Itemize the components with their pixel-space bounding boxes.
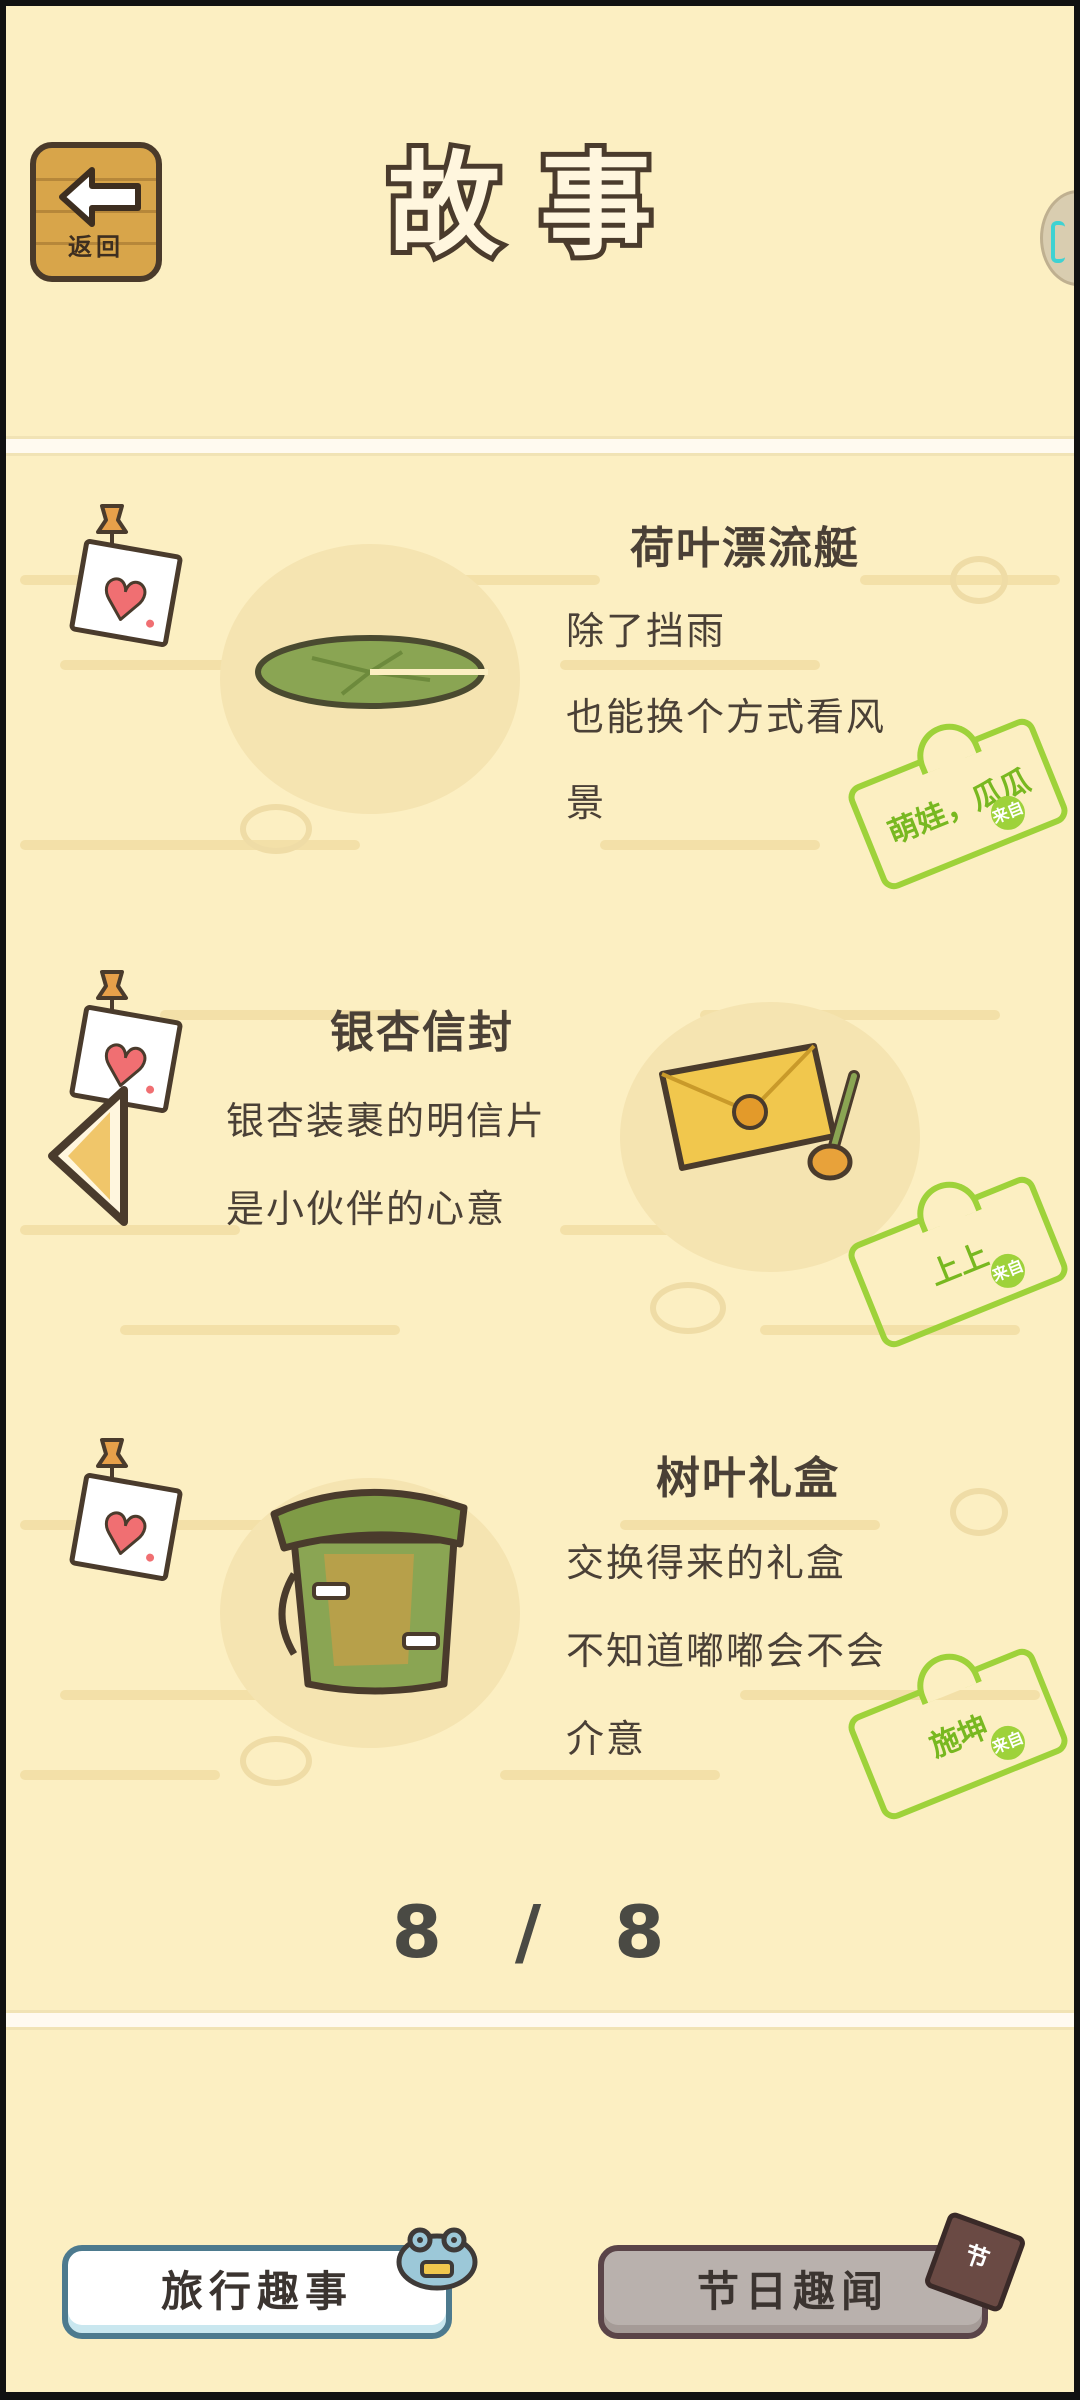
leaf-gift-box-icon: [270, 1488, 468, 1695]
top-divider: [0, 436, 1080, 456]
lily-pad-icon: [255, 635, 488, 709]
story-line: 不知道嘟嘟会不会: [566, 1629, 887, 1673]
story-card-3[interactable]: ♥ 树叶礼盒 交换得来的礼盒 不知道嘟嘟会不会 介意 施坤 来自: [0, 1424, 1080, 1884]
stamp-name: 施坤: [924, 1709, 994, 1765]
tab-festival-stories[interactable]: 节日趣闻: [598, 2245, 988, 2339]
back-label: 返回: [68, 233, 124, 261]
frog-badge-icon: [396, 2227, 478, 2291]
story-card-2[interactable]: ♥ 银杏信封 银杏装裹的明信片 是小伙伴的心意 上上 来自: [0, 956, 1080, 1416]
previous-page-arrow[interactable]: [40, 1082, 136, 1230]
side-tab-mark-icon: [1051, 221, 1065, 263]
story-title: 树叶礼盒: [656, 1453, 840, 1504]
story-line: 交换得来的礼盒: [566, 1541, 847, 1585]
frog-stamp-icon: [907, 714, 982, 776]
frog-stamp-icon: [907, 1172, 982, 1234]
story-line: 银杏装裹的明信片: [226, 1099, 547, 1143]
story-title: 荷叶漂流艇: [630, 523, 860, 574]
heart-icon: ♥: [93, 1499, 155, 1572]
header: 返回 故事: [0, 0, 1080, 440]
story-title: 银杏信封: [330, 1007, 514, 1058]
story-line: 也能换个方式看风: [566, 695, 887, 739]
favorite-note[interactable]: ♥: [68, 1472, 184, 1582]
page-title: 故事: [383, 141, 692, 271]
page-indicator: 8 / 8: [391, 1890, 689, 1974]
favorite-note[interactable]: ♥: [68, 538, 184, 648]
heart-icon: ♥: [93, 565, 155, 638]
back-arrow-icon: [59, 167, 141, 227]
bottom-divider: [0, 2010, 1080, 2030]
story-line: 介意: [566, 1717, 647, 1761]
stamp-name: 萌娃，瓜瓜: [883, 762, 1036, 852]
story-line: 景: [566, 781, 607, 825]
frog-stamp-icon: [907, 1644, 982, 1706]
story-line: 是小伙伴的心意: [226, 1187, 507, 1231]
story-line: 除了挡雨: [566, 609, 727, 653]
stamp-name: 上上: [924, 1237, 994, 1293]
back-button[interactable]: 返回: [30, 142, 162, 282]
ginkgo-envelope-icon: [659, 1043, 860, 1181]
side-tab-handle[interactable]: [1040, 190, 1080, 286]
sender-stamp: 萌娃，瓜瓜 来自: [844, 714, 1072, 894]
story-card-1[interactable]: ♥ 荷叶漂流艇 除了挡雨 也能换个方式看风 景 萌娃，瓜瓜 来自: [0, 490, 1080, 950]
